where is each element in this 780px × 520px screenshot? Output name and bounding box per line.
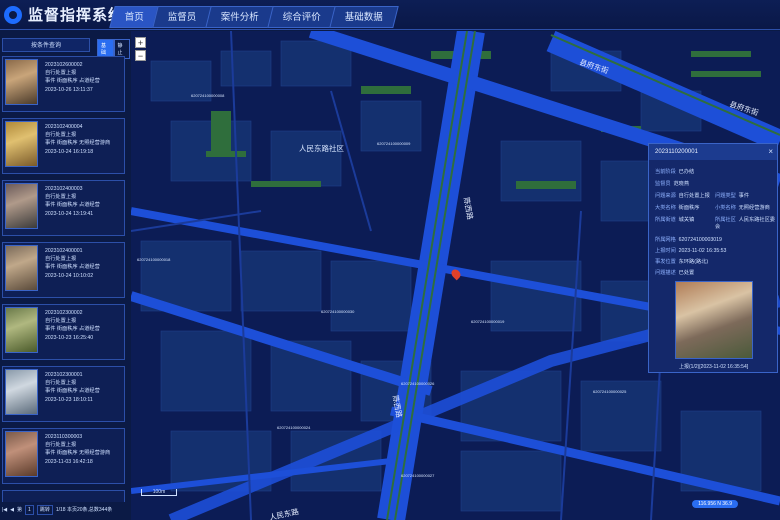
case-card[interactable]: 2023102400004 自行处置上报 事件 街面秩序 无照经营游商 2023…	[2, 118, 125, 174]
case-id: 2023102300002	[45, 310, 83, 316]
case-category: 事件 街面秩序 无照经营游商	[45, 450, 111, 457]
page-info: 1/18 本页20条,总数344条	[55, 507, 113, 513]
case-id: 2023102400004	[45, 124, 83, 130]
filter-search-button[interactable]: 按条件查询	[2, 38, 90, 52]
case-card[interactable]: 2023102600002 自行处置上报 事件 街面秩序 占道经营 2023-1…	[2, 56, 125, 112]
case-category: 事件 街面秩序 占道经营	[45, 326, 100, 333]
go-button[interactable]: 跳转	[36, 505, 53, 515]
case-card[interactable]: 2023102400003 自行处置上报 事件 街面秩序 占道经营 2023-1…	[2, 180, 125, 236]
case-time: 2023-10-24 10:10:02	[45, 272, 94, 279]
tab-evaluation[interactable]: 综合评价	[266, 6, 337, 28]
grid-code-label: 620724100000009	[377, 141, 411, 146]
grid-code-label: 620724100000026	[401, 381, 435, 386]
case-id: 2023102300001	[45, 372, 83, 378]
case-photo	[5, 431, 38, 477]
case-time: 2023-10-23 18:10:11	[45, 396, 93, 403]
detail-row: 大类名称 街面秩序	[655, 205, 700, 211]
case-photo	[5, 307, 38, 353]
photo-caption: 上报(1/2)[2023-11-02 16:35:54]	[679, 364, 749, 370]
case-time: 2023-10-26 13:11:37	[45, 86, 93, 93]
search-row: 按条件查询 基础 静止	[0, 38, 130, 59]
zoom-control: + −	[135, 37, 146, 77]
tab-case-analysis[interactable]: 案件分析	[204, 6, 275, 28]
popup-header: 2023110200001 ×	[649, 144, 777, 160]
tab-supervisor[interactable]: 监督员	[152, 6, 213, 28]
case-id: 2023102600002	[45, 62, 83, 68]
tab-base-data[interactable]: 基础数据	[328, 6, 399, 28]
case-photo	[5, 59, 38, 105]
detail-row: 上报时间 2023-11-02 16:35:53	[655, 248, 727, 254]
case-id: 2023102400003	[45, 186, 83, 192]
detail-row: 问题来源 自行处置上报	[655, 193, 710, 199]
case-card[interactable]: 2023102300002 自行处置上报 事件 街面秩序 占道经营 2023-1…	[2, 304, 125, 360]
case-card-partial[interactable]	[2, 490, 125, 502]
coordinate-badge: 116.956 N 36.9	[692, 500, 738, 508]
close-icon[interactable]: ×	[768, 144, 773, 160]
grid-code-label: 620724100000008	[191, 93, 225, 98]
detail-row: 当前阶段 已办结	[655, 169, 695, 175]
page-prefix: 第	[17, 507, 23, 513]
case-category: 事件 街面秩序 占道经营	[45, 78, 100, 85]
detail-row: 监督员 范晓燕	[655, 181, 690, 187]
pagination: |◀ ◀ 第 1 跳转 1/18 本页20条,总数344条	[0, 504, 130, 516]
case-sidebar: 按条件查询 基础 静止 2023102600002 自行处置上报 事件 街面秩序…	[0, 34, 130, 520]
prev-page-icon[interactable]: ◀	[10, 504, 14, 516]
case-type: 自行处置上报	[45, 318, 77, 325]
zoom-out-button[interactable]: −	[135, 50, 146, 61]
case-time: 2023-11-03 16:42:18	[45, 458, 93, 465]
detail-row: 所属社区 人民东路社区委会	[715, 217, 775, 230]
case-photo	[5, 183, 38, 229]
grid-code-label: 620724100000025	[593, 389, 627, 394]
detail-row: 事发位置 东环路(路北)	[655, 259, 709, 265]
top-bar: 监督指挥系统 首页 监督员 案件分析 综合评价 基础数据	[0, 0, 780, 30]
case-type: 自行处置上报	[45, 194, 77, 201]
case-id: 2023102400001	[45, 248, 83, 254]
page-input[interactable]: 1	[25, 505, 34, 515]
zoom-in-button[interactable]: +	[135, 37, 146, 48]
main-nav: 首页 监督员 案件分析 综合评价 基础数据	[109, 6, 399, 28]
case-id: 2023110300003	[45, 434, 83, 440]
case-time: 2023-10-24 13:19:41	[45, 210, 94, 217]
grid-code-label: 620724100000030	[321, 309, 355, 314]
case-evidence-photo[interactable]	[675, 281, 753, 359]
case-card[interactable]: 2023102400001 自行处置上报 事件 街面秩序 占道经营 2023-1…	[2, 242, 125, 298]
case-category: 事件 街面秩序 占道经营	[45, 202, 100, 209]
first-page-icon[interactable]: |◀	[2, 504, 7, 516]
map-scale: 100m	[141, 489, 177, 496]
grid-code-label: 620724100000024	[277, 425, 311, 430]
detail-row: 小类名称 无照经营游商	[715, 205, 770, 211]
case-type: 自行处置上报	[45, 132, 77, 139]
case-type: 自行处置上报	[45, 256, 77, 263]
case-type: 自行处置上报	[45, 442, 77, 449]
case-category: 事件 街面秩序 占道经营	[45, 388, 100, 395]
case-detail-popup: 2023110200001 × 当前阶段 已办结 监督员 范晓燕 问题来源 自行…	[648, 143, 778, 373]
detail-row: 问题类型 事件	[715, 193, 750, 199]
detail-row: 所属网格 620724100003019	[655, 237, 722, 243]
case-photo	[5, 245, 38, 291]
grid-code-label: 620724100000019	[471, 319, 505, 324]
case-photo	[5, 121, 38, 167]
detail-row: 所属街道 城关镇	[655, 217, 695, 223]
detail-row: 问题描述 已处置	[655, 270, 695, 276]
case-photo	[5, 369, 38, 415]
map-poi-label: 人民东路社区	[299, 144, 344, 153]
popup-title: 2023110200001	[655, 149, 698, 155]
brand: 监督指挥系统	[4, 4, 124, 25]
case-time: 2023-10-24 16:19:18	[45, 148, 94, 155]
grid-code-label: 620724100000018	[137, 257, 171, 262]
case-type: 自行处置上报	[45, 70, 77, 77]
case-category: 事件 街面秩序 无照经营游商	[45, 140, 111, 147]
app-logo-icon	[4, 5, 22, 24]
case-card[interactable]: 2023110300003 自行处置上报 事件 街面秩序 无照经营游商 2023…	[2, 428, 125, 484]
case-category: 事件 街面秩序 占道经营	[45, 264, 100, 271]
grid-code-label: 620724100000027	[401, 473, 435, 478]
case-time: 2023-10-23 16:25:40	[45, 334, 94, 341]
case-card[interactable]: 2023102300001 自行处置上报 事件 街面秩序 占道经营 2023-1…	[2, 366, 125, 422]
case-type: 自行处置上报	[45, 380, 77, 387]
